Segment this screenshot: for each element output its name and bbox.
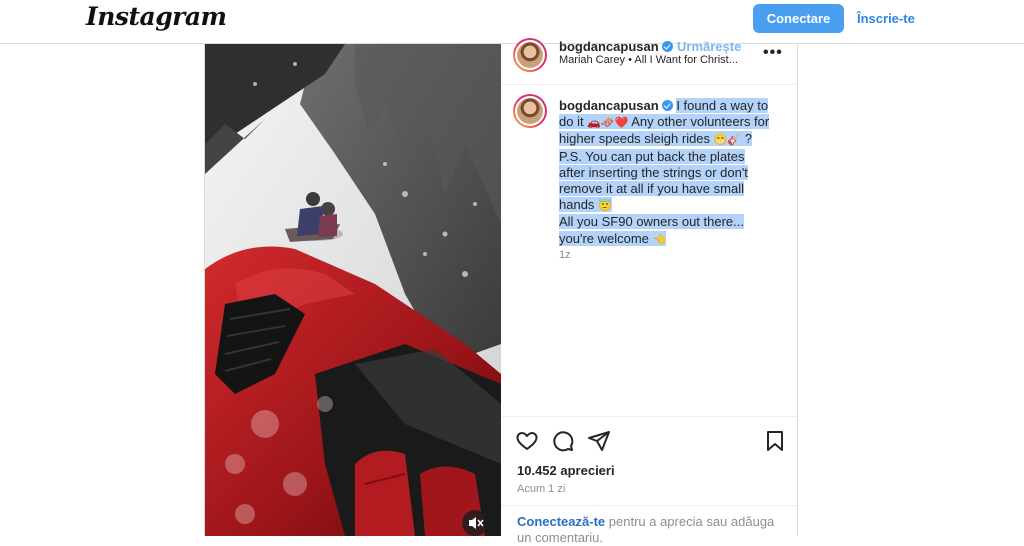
verified-badge-icon: [661, 41, 673, 52]
post-video[interactable]: [205, 44, 501, 536]
speaker-muted-icon: [469, 517, 484, 529]
caption-emoji-1: 🚗🛷❤️: [587, 117, 629, 130]
signup-link[interactable]: Înscrie-te: [857, 11, 915, 26]
more-options-icon[interactable]: •••: [763, 44, 783, 62]
top-navigation-bar: Instagram Conectare Înscrie-te: [0, 0, 1024, 44]
video-frame-illustration: [205, 44, 501, 536]
caption-emoji-4: 👈: [652, 233, 667, 246]
post-container: bogdancapusan Urmărește Mariah Carey • A…: [204, 38, 798, 545]
follow-button[interactable]: Urmărește: [677, 39, 741, 54]
heart-icon[interactable]: [515, 429, 539, 458]
verified-badge-icon: [661, 100, 673, 111]
caption-emoji-3: 😇: [598, 200, 612, 213]
instagram-logo[interactable]: Instagram: [86, 2, 227, 31]
caption-text: bogdancapusan I found a way to do it 🚗🛷❤…: [559, 98, 774, 248]
avatar-image: [517, 98, 543, 124]
login-prompt-text: Conectează-te pentru a aprecia sau adăug…: [517, 514, 781, 546]
login-link[interactable]: Conectează-te: [517, 514, 605, 529]
post-timestamp: Acum 1 zi: [517, 483, 566, 495]
avatar-image: [517, 42, 543, 68]
caption-author-avatar[interactable]: [513, 94, 547, 128]
post-header: bogdancapusan Urmărește Mariah Carey • A…: [501, 38, 797, 85]
caption-emoji-2: 😁🎸: [713, 134, 742, 147]
login-prompt: Conectează-te pentru a aprecia sau adăug…: [501, 505, 797, 545]
audio-track-link[interactable]: Mariah Carey • All I Want for Christ...: [559, 54, 738, 66]
bookmark-icon[interactable]: [763, 429, 787, 458]
mute-button[interactable]: [462, 510, 488, 536]
login-button[interactable]: Conectare: [753, 4, 844, 33]
caption-timestamp: 1z: [559, 249, 571, 261]
paper-plane-icon[interactable]: [587, 429, 611, 458]
caption-line-4: All you SF90 owners out there... you're …: [559, 214, 744, 246]
comment-icon[interactable]: [551, 429, 575, 458]
post-details-panel: bogdancapusan Urmărește Mariah Carey • A…: [501, 38, 797, 545]
author-username[interactable]: bogdancapusan: [559, 39, 673, 54]
likes-count[interactable]: 10.452 aprecieri: [517, 463, 615, 478]
caption-username[interactable]: bogdancapusan: [559, 98, 673, 113]
author-avatar[interactable]: [513, 38, 547, 72]
post-actions: 10.452 aprecieri Acum 1 zi Conectează-te…: [501, 416, 797, 545]
